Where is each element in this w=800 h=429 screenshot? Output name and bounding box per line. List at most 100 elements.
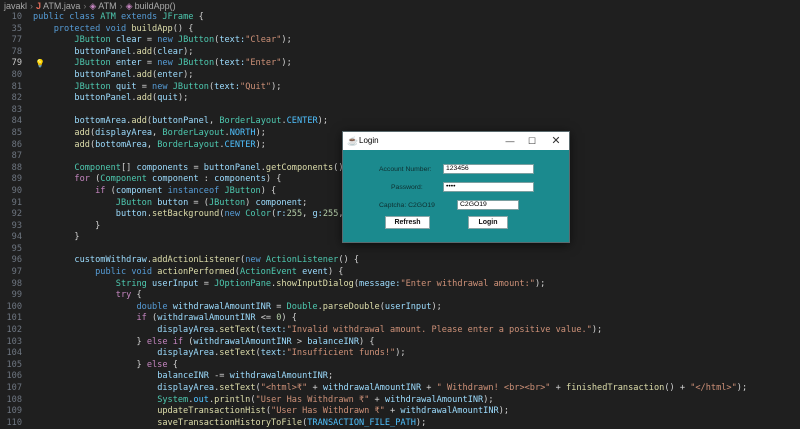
line-number: 108	[6, 394, 22, 405]
code-line[interactable]: 77 JButton clear = new JButton(text:"Cle…	[0, 35, 800, 47]
code-line[interactable]: 84 bottomArea.add(buttonPanel, BorderLay…	[0, 116, 800, 128]
line-number: 90	[11, 185, 22, 196]
line-number: 95	[11, 243, 22, 254]
line-number: 98	[11, 278, 22, 289]
code-line[interactable]: 101 if (withdrawalAmountINR <= 0) {	[0, 313, 800, 325]
line-number: 85	[11, 127, 22, 138]
code-text: for (Component component : components) {	[74, 174, 282, 185]
line-number: 104	[6, 348, 22, 359]
code-line[interactable]: 100 double withdrawalAmountINR = Double.…	[0, 302, 800, 314]
line-number: 93	[11, 220, 22, 231]
code-line[interactable]: 99 try {	[0, 290, 800, 302]
code-text: buttonPanel.add(quit);	[74, 93, 189, 104]
line-number: 89	[11, 174, 22, 185]
code-line[interactable]: 35 protected void buildApp() {	[0, 24, 800, 36]
line-number: 82	[11, 93, 22, 104]
code-text: add(displayArea, BorderLayout.NORTH);	[74, 127, 266, 138]
line-number: 103	[6, 336, 22, 347]
dialog-title: Login	[359, 136, 379, 145]
code-line[interactable]: 80 buttonPanel.add(enter);	[0, 70, 800, 82]
line-number: 35	[11, 23, 22, 34]
code-text: } else {	[33, 359, 178, 370]
refresh-button[interactable]: Refresh	[385, 216, 430, 229]
account-number-field[interactable]: 123456	[443, 164, 534, 174]
captcha-field[interactable]: C2GO19	[457, 200, 519, 210]
code-text: if (component instanceof JButton) {	[95, 185, 277, 196]
line-number: 99	[11, 290, 22, 301]
code-text: }	[33, 232, 80, 243]
code-line[interactable]: 78 buttonPanel.add(clear);	[0, 47, 800, 59]
close-button[interactable]: ✕	[543, 132, 569, 150]
line-number: 91	[11, 197, 22, 208]
line-number: 87	[11, 151, 22, 162]
code-line[interactable]: 108 System.out.println("User Has Withdra…	[0, 395, 800, 407]
code-line[interactable]: 102 displayArea.setText(text:"Invalid wi…	[0, 325, 800, 337]
line-number: 79	[11, 58, 22, 69]
code-text: buttonPanel.add(enter);	[74, 69, 194, 80]
code-text: }	[33, 220, 101, 231]
code-text: JButton button = (JButton) component;	[115, 197, 308, 208]
code-text: JButton enter = new JButton(text:"Enter"…	[74, 58, 292, 69]
line-number: 83	[11, 104, 22, 115]
code-text: JButton clear = new JButton(text:"Clear"…	[74, 35, 292, 46]
code-text: public void actionPerformed(ActionEvent …	[95, 267, 344, 278]
code-line[interactable]: 79 💡 JButton enter = new JButton(text:"En…	[0, 58, 800, 70]
code-line[interactable]: 95	[0, 244, 800, 256]
code-line[interactable]: 110 saveTransactionHistoryToFile(TRANSAC…	[0, 418, 800, 429]
code-text: bottomArea.add(buttonPanel, BorderLayout…	[74, 116, 329, 127]
code-text: protected void buildApp() {	[53, 23, 194, 34]
line-number: 106	[6, 371, 22, 382]
breadcrumb-file[interactable]: ATM.java	[43, 1, 80, 11]
code-line[interactable]: 107 displayArea.setText("<html>₹" + with…	[0, 383, 800, 395]
line-number: 109	[6, 406, 22, 417]
line-number: 101	[6, 313, 22, 324]
dialog-titlebar[interactable]: ☕ Login — ☐ ✕	[343, 132, 569, 150]
code-text: add(bottomArea, BorderLayout.CENTER);	[74, 139, 266, 150]
code-line[interactable]: 82 buttonPanel.add(quit);	[0, 93, 800, 105]
code-text: try {	[115, 290, 142, 301]
code-text: displayArea.setText("<html>₹" + withdraw…	[157, 383, 748, 393]
line-number: 81	[11, 81, 22, 92]
breadcrumb-class[interactable]: ATM	[98, 1, 116, 11]
breadcrumb-folder[interactable]: javakl	[4, 1, 27, 11]
code-text: JButton quit = new JButton(text:"Quit");	[74, 81, 282, 92]
line-number: 107	[6, 383, 22, 393]
code-line[interactable]: 83	[0, 105, 800, 117]
breadcrumb: javakl › J ATM.java › ◈ ATM › ◈ buildApp()	[0, 0, 800, 12]
line-number: 105	[6, 359, 22, 370]
java-app-icon: ☕	[347, 136, 359, 146]
code-line[interactable]: 98 String userInput = JOptionPane.showIn…	[0, 279, 800, 291]
code-line[interactable]: 109 updateTransactionHist("User Has With…	[0, 406, 800, 418]
breadcrumb-method[interactable]: buildApp()	[135, 1, 176, 11]
code-text: displayArea.setText(text:"Insufficient f…	[157, 348, 406, 359]
login-button[interactable]: Login	[468, 216, 508, 229]
line-number: 84	[11, 116, 22, 127]
code-text: public class ATM extends JFrame {	[33, 12, 204, 22]
line-number: 110	[6, 417, 22, 428]
code-line[interactable]: 103 } else if (withdrawalAmountINR > bal…	[0, 337, 800, 349]
code-line[interactable]: 105 } else {	[0, 360, 800, 372]
class-icon: ◈	[89, 1, 97, 11]
line-number: 86	[11, 139, 22, 150]
line-number: 80	[11, 69, 22, 80]
code-text: Component[] components = buttonPanel.get…	[74, 162, 349, 173]
code-line[interactable]: 97 public void actionPerformed(ActionEve…	[0, 267, 800, 279]
code-text: displayArea.setText(text:"Invalid withdr…	[157, 325, 603, 336]
line-number: 92	[11, 209, 22, 220]
line-number: 100	[6, 301, 22, 312]
code-line[interactable]: 10 public class ATM extends JFrame {	[0, 12, 800, 24]
code-text: saveTransactionHistoryToFile(TRANSACTION…	[157, 417, 427, 428]
line-number: 96	[11, 255, 22, 266]
line-number: 10	[11, 12, 22, 22]
line-number: 77	[11, 35, 22, 46]
code-line[interactable]: 104 displayArea.setText(text:"Insufficie…	[0, 348, 800, 360]
line-number: 94	[11, 232, 22, 243]
code-text: String userInput = JOptionPane.showInput…	[115, 278, 546, 289]
code-line[interactable]: 96 customWithdraw.addActionListener(new …	[0, 255, 800, 267]
code-text: balanceINR -= withdrawalAmountINR;	[157, 371, 334, 382]
code-line[interactable]: 106 balanceINR -= withdrawalAmountINR;	[0, 371, 800, 383]
maximize-button[interactable]: ☐	[519, 132, 545, 150]
code-text: System.out.println("User Has Withdrawn ₹…	[157, 394, 494, 405]
password-field[interactable]: ••••	[443, 182, 534, 192]
code-line[interactable]: 81 JButton quit = new JButton(text:"Quit…	[0, 82, 800, 94]
